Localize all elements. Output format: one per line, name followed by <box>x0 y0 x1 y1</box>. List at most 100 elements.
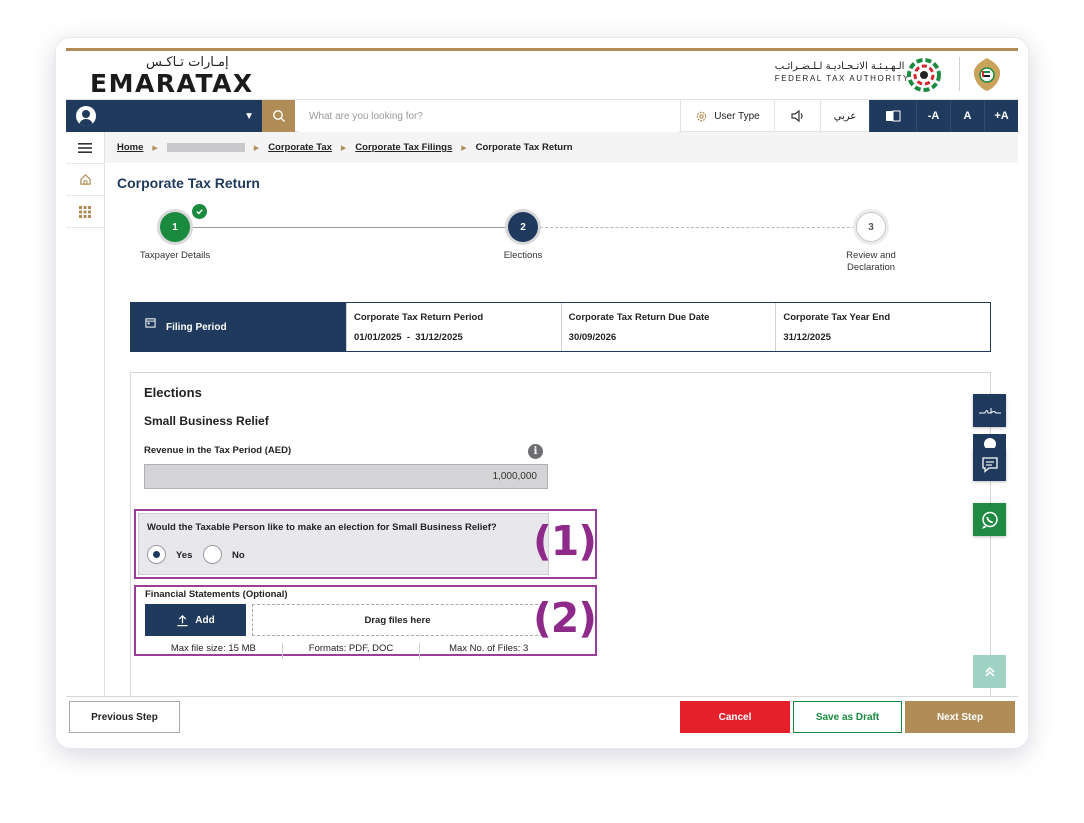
filing-period-title: Filing Period <box>166 321 227 333</box>
page-title: Corporate Tax Return <box>117 175 260 191</box>
year-end-cell: Corporate Tax Year End 31/12/2025 <box>775 303 990 351</box>
fta-name: الـهـيـئـة الاتـحـاديـة لـلـضـرائـب FEDE… <box>775 61 910 83</box>
browser-frame: إمـارات تـاكـس EMARATAX الـهـيـئـة الاتـ… <box>56 38 1028 748</box>
revenue-label: Revenue in the Tax Period (AED) <box>144 445 292 456</box>
check-icon <box>192 204 207 219</box>
signature-widget-button[interactable] <box>973 394 1006 427</box>
elections-panel: Elections Small Business Relief Revenue … <box>130 372 991 702</box>
upload-limits: Max file size: 15 MB Formats: PDF, DOC M… <box>145 643 557 659</box>
fta-name-arabic: الـهـيـئـة الاتـحـاديـة لـلـضـرائـب <box>774 61 905 72</box>
add-file-button[interactable]: Add <box>145 604 246 636</box>
filing-period-header: Filing Period <box>131 303 346 351</box>
breadcrumb-corporate-tax[interactable]: Corporate Tax <box>268 142 332 153</box>
callout-box-2: Financial Statements (Optional) Add Drag… <box>134 585 597 659</box>
breadcrumb-filings[interactable]: Corporate Tax Filings <box>355 142 452 153</box>
add-file-label: Add <box>195 614 215 626</box>
hamburger-menu-icon <box>78 142 92 153</box>
left-sidebar <box>66 132 105 696</box>
stepper-line-pending <box>540 227 855 228</box>
contrast-toggle[interactable] <box>869 100 916 132</box>
callout-box-1: Would the Taxable Person like to make an… <box>134 509 597 579</box>
menu-toggle[interactable] <box>66 132 104 164</box>
search-button[interactable] <box>262 100 295 132</box>
font-decrease-button[interactable]: -A <box>916 100 950 132</box>
speaker-icon <box>790 109 803 123</box>
chat-button[interactable] <box>973 448 1006 481</box>
font-normal-button[interactable]: A <box>950 100 984 132</box>
gear-icon <box>696 111 707 121</box>
grid-icon <box>79 205 91 218</box>
emaratax-logo[interactable]: EMARATAX <box>90 69 254 98</box>
font-increase-button[interactable]: +A <box>984 100 1018 132</box>
cancel-button[interactable]: Cancel <box>680 701 790 733</box>
uae-emblem-icon <box>973 58 1001 91</box>
return-period-value: 01/01/2025 - 31/12/2025 <box>354 332 463 343</box>
return-period-cell: Corporate Tax Return Period 01/01/2025 -… <box>346 303 561 351</box>
sidebar-item-home[interactable] <box>66 164 104 196</box>
sidebar-item-services[interactable] <box>66 196 104 228</box>
breadcrumb-current: Corporate Tax Return <box>475 142 573 153</box>
home-icon <box>79 174 91 185</box>
header-divider <box>959 57 960 91</box>
elections-heading: Elections <box>144 385 202 400</box>
radio-no-label[interactable]: No <box>232 550 245 561</box>
scroll-to-top-button[interactable] <box>973 655 1006 688</box>
filing-period-bar: Filing Period Corporate Tax Return Perio… <box>130 302 991 352</box>
search-input[interactable] <box>299 100 679 132</box>
save-draft-button[interactable]: Save as Draft <box>793 701 902 733</box>
breadcrumb-redacted[interactable] <box>166 143 245 152</box>
revenue-field[interactable]: 1,000,000 <box>144 464 548 489</box>
whatsapp-button[interactable] <box>973 503 1006 536</box>
step-2-circle[interactable]: 2 <box>508 212 538 242</box>
top-toolbar: ▼ User Type <box>66 99 1018 132</box>
radio-yes[interactable] <box>147 545 166 564</box>
callout-label-2: (2) <box>533 594 597 642</box>
previous-step-button[interactable]: Previous Step <box>69 701 180 733</box>
step-3-label-line1: Review and <box>846 250 896 261</box>
step-1-label: Taxpayer Details <box>139 250 211 261</box>
step-3-label-line2: Declaration <box>846 262 896 273</box>
whatsapp-icon <box>981 511 998 529</box>
election-question-box: Would the Taxable Person like to make an… <box>138 513 549 575</box>
breadcrumb-arrow-icon: ▶ <box>152 144 158 152</box>
breadcrumb-home[interactable]: Home <box>117 142 143 153</box>
info-icon[interactable]: i <box>528 444 543 459</box>
chat-icon <box>981 456 998 473</box>
max-file-count: Max No. of Files: 3 <box>449 643 529 654</box>
radio-no[interactable] <box>203 545 222 564</box>
next-step-button[interactable]: Next Step <box>905 701 1015 733</box>
calendar-icon <box>145 317 156 328</box>
file-drop-zone[interactable]: Drag files here <box>252 604 543 636</box>
breadcrumb: Home ▶ ▶ Corporate Tax ▶ Corporate Tax F… <box>105 132 1018 163</box>
due-date-label: Corporate Tax Return Due Date <box>568 312 710 323</box>
radio-yes-label[interactable]: Yes <box>176 550 192 561</box>
language-toggle[interactable]: عربي <box>820 100 869 132</box>
max-file-size: Max file size: 15 MB <box>145 643 283 659</box>
year-end-value: 31/12/2025 <box>783 332 831 343</box>
fta-name-english: FEDERAL TAX AUTHORITY <box>774 74 910 83</box>
user-type-button[interactable]: User Type <box>680 100 774 132</box>
callout-label-1: (1) <box>533 517 597 565</box>
allowed-formats: Formats: PDF, DOC <box>283 643 421 659</box>
double-chevron-up-icon <box>984 666 995 677</box>
small-business-relief-heading: Small Business Relief <box>144 414 269 428</box>
step-3-circle[interactable]: 3 <box>856 212 886 242</box>
due-date-cell: Corporate Tax Return Due Date 30/09/2026 <box>560 303 776 351</box>
user-type-label: User Type <box>714 110 760 122</box>
stepper-line-completed <box>175 227 510 228</box>
logo-text: MARATAX <box>108 69 254 98</box>
arabic-calligraphy-icon <box>978 407 1001 413</box>
audio-button[interactable] <box>774 100 820 132</box>
step-2-label: Elections <box>503 250 543 261</box>
return-period-label: Corporate Tax Return Period <box>354 312 484 323</box>
logo-arabic: إمـارات تـاكـس <box>146 55 229 70</box>
contrast-icon <box>886 110 901 122</box>
due-date-value: 30/09/2026 <box>568 332 617 343</box>
logo-letter-e: E <box>90 69 109 98</box>
breadcrumb-arrow-icon: ▶ <box>340 144 347 152</box>
accessibility-widget-button[interactable] <box>973 434 1006 450</box>
step-1-circle[interactable]: 1 <box>160 212 190 242</box>
upload-icon <box>177 614 188 626</box>
profile-dropdown[interactable]: ▼ <box>66 100 262 132</box>
user-avatar-icon <box>76 106 96 126</box>
